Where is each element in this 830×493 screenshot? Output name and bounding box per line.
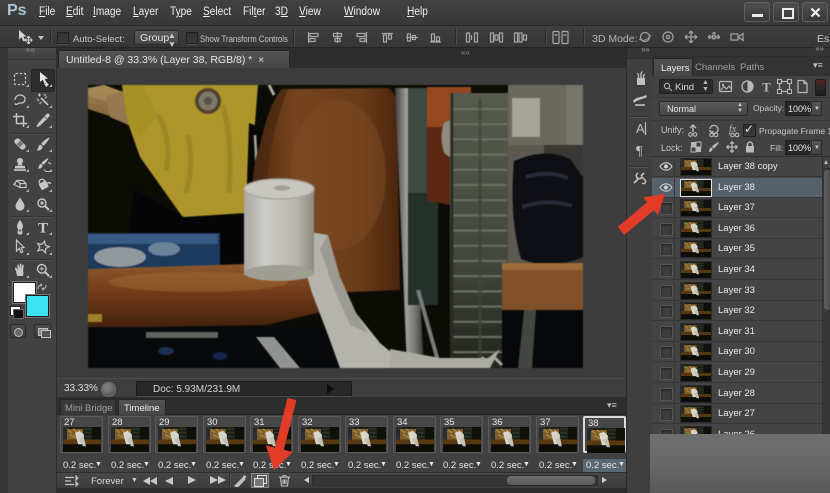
svg-text:A: A: [636, 121, 645, 136]
svg-text:T: T: [38, 221, 48, 236]
svg-text:¶: ¶: [636, 144, 643, 158]
svg-text:T: T: [762, 80, 771, 95]
